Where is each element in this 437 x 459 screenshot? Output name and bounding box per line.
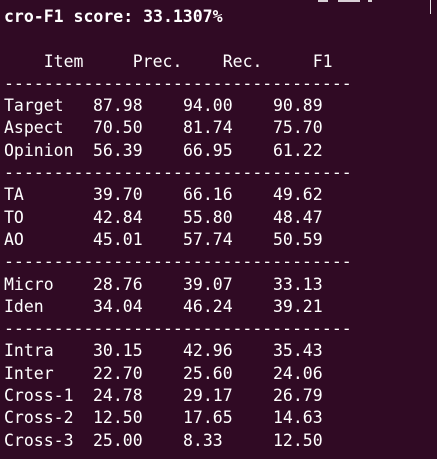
row-item: Iden (4, 296, 44, 316)
table-row: TA 39.70 66.16 49.62 (4, 184, 437, 206)
separator-line: ----------------------------------- (4, 252, 352, 272)
row-rec: 17.65 (183, 408, 233, 428)
column-header-item: Item (43, 51, 84, 71)
table-row: Cross-1 24.78 29.17 26.79 (4, 385, 437, 407)
row-f1: 33.13 (273, 274, 323, 294)
column-header-f1: F1 (312, 51, 333, 71)
table-row: Iden 34.04 46.24 39.21 (4, 296, 437, 318)
row-rec: 66.16 (183, 185, 233, 205)
separator-line: ----------------------------------- (4, 319, 352, 339)
row-f1: 49.62 (273, 185, 323, 205)
separator-line: ----------------------------------- (4, 163, 352, 183)
row-rec: 39.07 (183, 274, 233, 294)
table-row: Opinion 56.39 66.95 61.22 (4, 140, 437, 162)
row-f1: 26.79 (273, 386, 323, 406)
row-prec: 28.76 (93, 274, 143, 294)
row-f1: 24.06 (273, 363, 323, 383)
row-f1: 14.63 (273, 408, 323, 428)
row-f1: 90.89 (273, 96, 323, 116)
row-item: Opinion (4, 140, 74, 160)
table-row: Target 87.98 94.00 90.89 (4, 95, 437, 117)
row-rec: 55.80 (183, 207, 233, 227)
row-f1: 48.47 (273, 207, 323, 227)
row-item: Inter (4, 363, 54, 383)
window-edge (430, 0, 431, 14)
row-prec: 42.84 (93, 207, 143, 227)
row-prec: 39.70 (93, 185, 143, 205)
table-row: Cross-2 12.50 17.65 14.63 (4, 407, 437, 429)
row-prec: 70.50 (93, 118, 143, 138)
row-item: Intra (4, 341, 54, 361)
row-rec: 8.33 (183, 430, 223, 450)
row-prec: 12.50 (93, 408, 143, 428)
row-item: Cross-2 (4, 408, 74, 428)
row-prec: 30.15 (93, 341, 143, 361)
row-rec: 66.95 (183, 140, 233, 160)
row-rec: 81.74 (183, 118, 233, 138)
row-item: TA (4, 185, 24, 205)
row-f1: 12.50 (273, 430, 323, 450)
row-f1: 35.43 (273, 341, 323, 361)
table-row: TO 42.84 55.80 48.47 (4, 207, 437, 229)
row-item: AO (4, 229, 24, 249)
score-line: cro-F1 score: 33.1307% (4, 7, 223, 26)
edge-mark (338, 0, 360, 2)
row-prec: 45.01 (93, 229, 143, 249)
column-header-row: Item Prec. Rec. F1 (4, 28, 437, 71)
row-f1: 39.21 (273, 296, 323, 316)
column-header-prec: Prec. (132, 51, 183, 71)
row-prec: 22.70 (93, 363, 143, 383)
row-prec: 24.78 (93, 386, 143, 406)
row-item: Aspect (4, 118, 64, 138)
row-item: TO (4, 207, 24, 227)
row-prec: 34.04 (93, 296, 143, 316)
row-prec: 25.00 (93, 430, 143, 450)
row-rec: 57.74 (183, 229, 233, 249)
table-row: AO 45.01 57.74 50.59 (4, 229, 437, 251)
edge-mark (368, 0, 372, 2)
row-rec: 94.00 (183, 96, 233, 116)
table-row: Micro 28.76 39.07 33.13 (4, 274, 437, 296)
separator-line: ----------------------------------- (4, 452, 437, 459)
row-rec: 46.24 (183, 296, 233, 316)
row-prec: 87.98 (93, 96, 143, 116)
row-rec: 42.96 (183, 341, 233, 361)
row-f1: 61.22 (273, 140, 323, 160)
row-f1: 50.59 (273, 229, 323, 249)
top-edge-fragment (0, 0, 437, 3)
results-table: ----------------------------------- Targe… (4, 73, 437, 459)
column-header-rec: Rec. (222, 51, 263, 71)
table-row: Intra 30.15 42.96 35.43 (4, 340, 437, 362)
separator-line: ----------------------------------- (4, 73, 352, 93)
edge-mark (318, 0, 328, 2)
row-item: Cross-1 (4, 386, 74, 406)
row-f1: 75.70 (273, 118, 323, 138)
row-item: Cross-3 (4, 430, 74, 450)
row-item: Micro (4, 274, 54, 294)
table-row: Aspect 70.50 81.74 75.70 (4, 117, 437, 139)
terminal-output[interactable]: cro-F1 score: 33.1307% Item Prec. Rec. F1 -… (0, 0, 437, 459)
row-rec: 25.60 (183, 363, 233, 383)
row-item: Target (4, 96, 64, 116)
table-row: Cross-3 25.00 8.33 12.50 (4, 430, 437, 452)
row-rec: 29.17 (183, 386, 233, 406)
row-prec: 56.39 (93, 140, 143, 160)
table-row: Inter 22.70 25.60 24.06 (4, 363, 437, 385)
